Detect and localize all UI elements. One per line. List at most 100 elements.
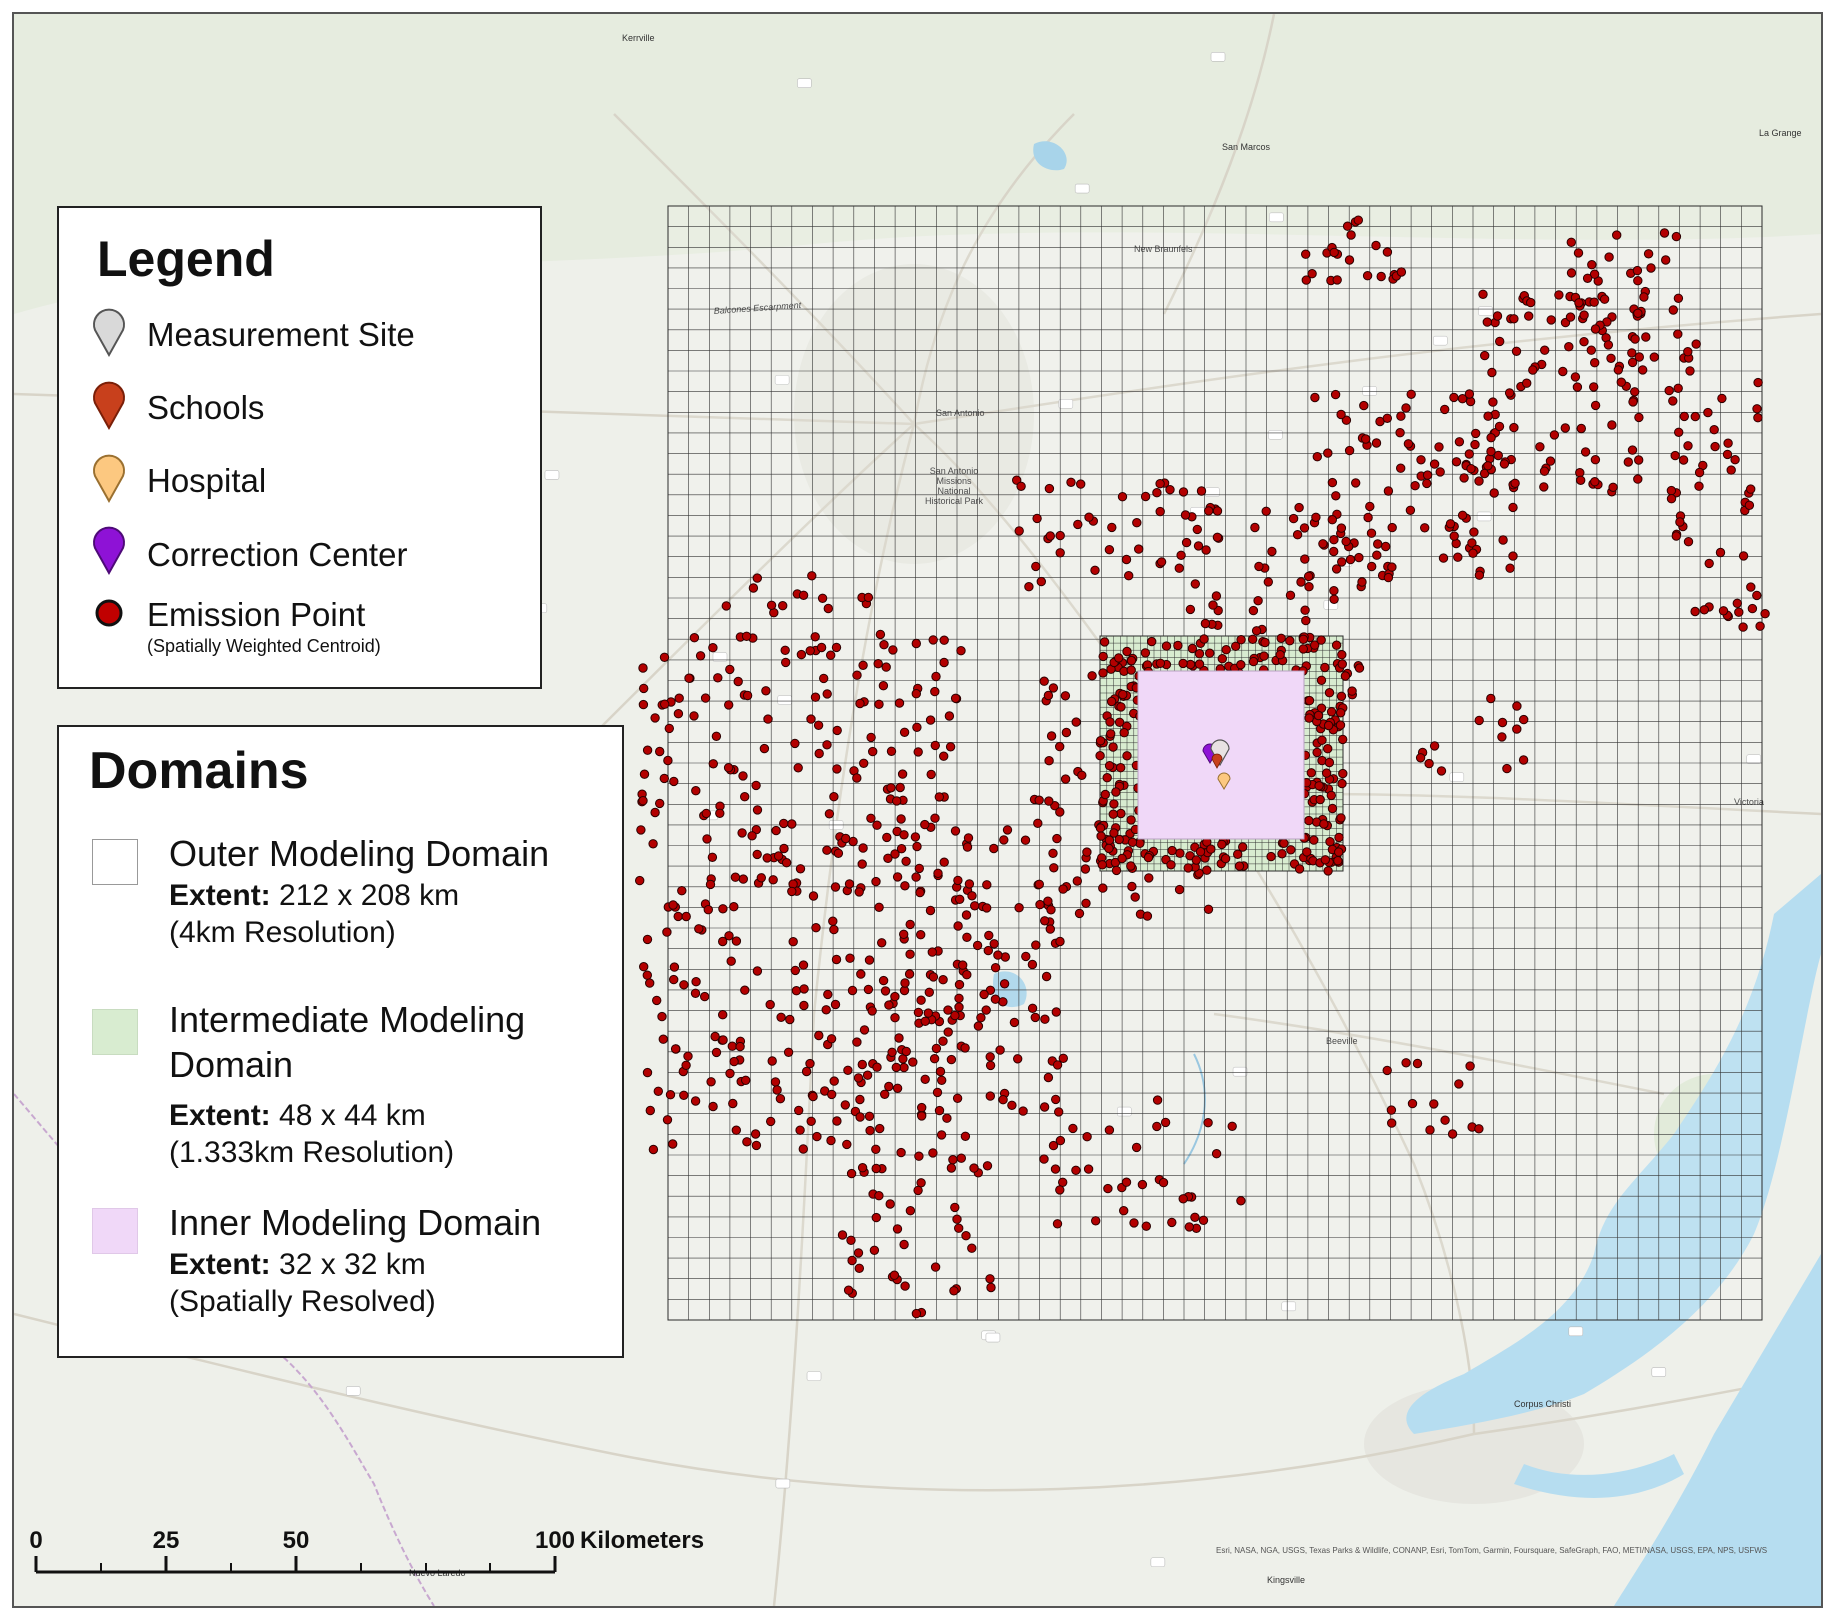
emission-point (1294, 864, 1305, 874)
emission-point (788, 937, 798, 947)
emission-point (1401, 1058, 1411, 1068)
emission-point (1194, 659, 1205, 669)
emission-point (790, 965, 800, 976)
emission-point (756, 873, 766, 883)
emission-point (899, 1239, 909, 1250)
emission-point (740, 985, 750, 995)
emission-point (847, 1255, 857, 1266)
emission-point (1221, 645, 1231, 655)
emission-point (1090, 565, 1100, 575)
emission-point (1604, 252, 1614, 262)
emission-point (812, 1131, 822, 1142)
emission-point (1331, 564, 1342, 574)
emission-point (1518, 755, 1529, 765)
emission-point (1190, 579, 1201, 589)
emission-point (1474, 715, 1484, 726)
emission-point (1395, 428, 1405, 438)
emission-point (1539, 482, 1549, 492)
emission-point (798, 590, 809, 600)
emission-point (638, 796, 648, 806)
emission-point (1260, 637, 1270, 648)
emission-point (892, 1083, 903, 1094)
emission-point (1304, 713, 1314, 723)
emission-point (1073, 519, 1083, 530)
emission-point (1387, 562, 1397, 572)
emission-point (642, 745, 653, 755)
emission-point (911, 689, 921, 699)
emission-point (953, 921, 963, 931)
emission-point (724, 700, 734, 710)
emission-point (1323, 744, 1333, 754)
emission-point (939, 857, 949, 867)
emission-point (1590, 358, 1600, 368)
emission-point (1195, 847, 1206, 857)
emission-point (1166, 860, 1176, 870)
emission-point (1077, 770, 1087, 780)
emission-point (1100, 789, 1111, 800)
emission-point (852, 1037, 862, 1047)
emission-point (1009, 1017, 1020, 1028)
emission-point (1173, 640, 1183, 651)
emission-point (638, 699, 649, 710)
emission-point (1470, 439, 1480, 450)
emission-point (960, 1131, 971, 1142)
emission-point (878, 975, 889, 986)
emission-point (1558, 366, 1568, 377)
emission-point (1366, 528, 1377, 538)
emission-point (1127, 837, 1138, 847)
emission-point (1738, 622, 1748, 632)
emission-point (967, 1243, 977, 1253)
emission-point (1685, 366, 1695, 376)
emission-point (1376, 271, 1386, 282)
emission-point (1041, 971, 1052, 982)
emission-point (874, 699, 884, 709)
emission-point (1324, 757, 1335, 768)
emission-point (1158, 1177, 1169, 1188)
emission-point (858, 843, 868, 853)
emission-point (1628, 397, 1638, 407)
emission-point (1198, 1215, 1209, 1226)
emission-point (1353, 215, 1364, 225)
emission-point (1082, 847, 1092, 857)
emission-point (691, 977, 701, 987)
emission-point (653, 1086, 663, 1097)
emission-point (896, 814, 906, 824)
emission-point (1673, 383, 1683, 393)
emission-point (1320, 855, 1331, 865)
emission-point (735, 1041, 745, 1052)
emission-point (1466, 464, 1476, 474)
emission-point (1141, 1221, 1152, 1231)
emission-point (939, 635, 949, 645)
emission-point (1576, 475, 1586, 485)
emission-point (897, 769, 908, 779)
place-label: Nuevo Laredo (409, 1568, 466, 1578)
emission-point (662, 927, 672, 937)
emission-point (1565, 312, 1576, 322)
emission-point (1007, 1100, 1017, 1111)
emission-point (750, 1129, 761, 1139)
emission-point (1122, 751, 1132, 761)
emission-point (916, 995, 926, 1005)
emission-point (1261, 506, 1271, 516)
emission-point (889, 1270, 900, 1280)
emission-point (1142, 911, 1153, 921)
emission-point (1694, 467, 1705, 478)
legend-panel: Legend Measurement Site Schools Hospital… (57, 206, 542, 689)
emission-point (1200, 618, 1211, 629)
emission-point (1108, 742, 1118, 752)
emission-point (899, 929, 909, 939)
emission-point (787, 819, 797, 829)
emission-point (843, 1285, 854, 1295)
emission-point (679, 1090, 689, 1101)
emission-point (1288, 513, 1299, 524)
emission-point (1587, 260, 1597, 270)
emission-point (1126, 815, 1136, 825)
road-shield-icon (1568, 1326, 1584, 1337)
emission-point (1292, 530, 1303, 540)
emission-point (1396, 463, 1406, 473)
emission-point (990, 994, 1001, 1004)
emission-point (779, 818, 789, 829)
emission-point (819, 673, 829, 684)
emission-point (1420, 523, 1430, 533)
emission-point (799, 1000, 809, 1011)
